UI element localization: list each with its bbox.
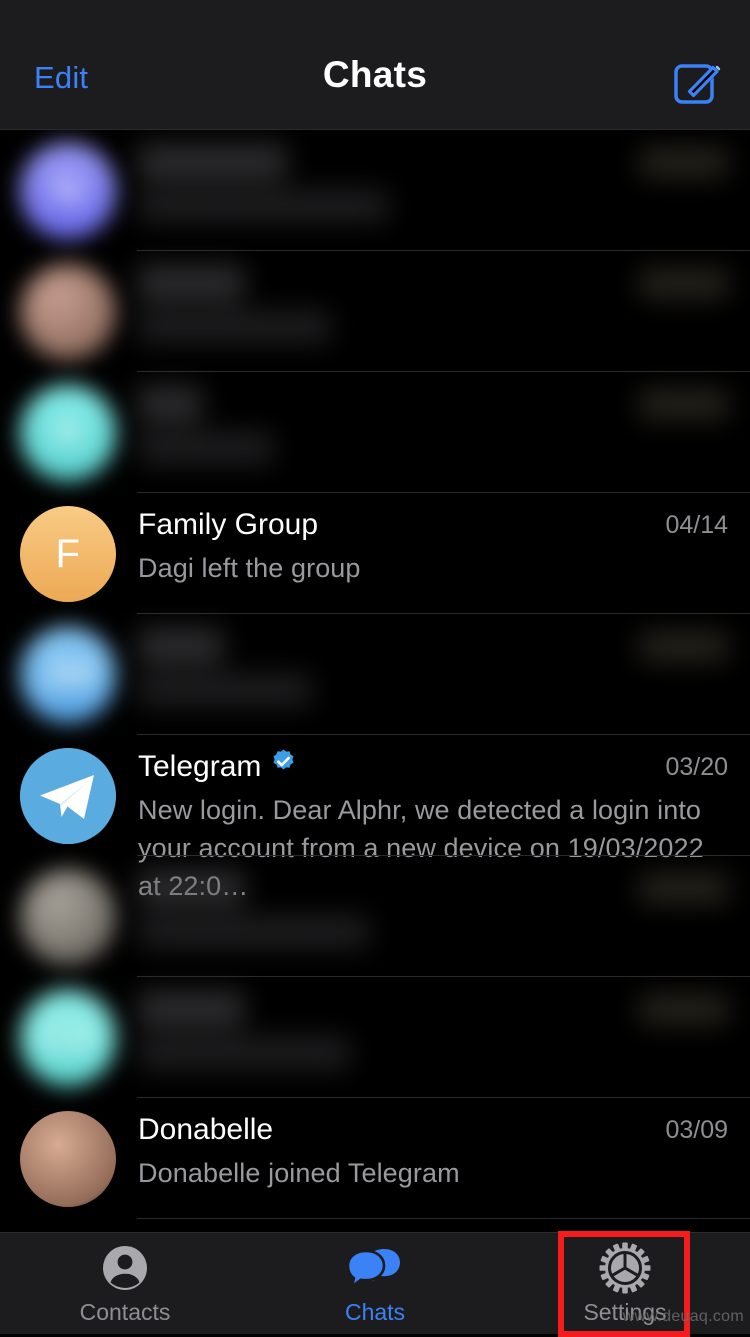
- settings-gear-icon: [599, 1243, 651, 1293]
- chat-title-text: Family Group: [138, 508, 318, 541]
- chat-preview: ██████████: [138, 307, 728, 345]
- chat-preview: ████████████: [138, 912, 728, 950]
- chat-title: ███: [138, 386, 202, 422]
- chat-list[interactable]: N███████████████████████████████████████…: [0, 130, 750, 1232]
- chat-row[interactable]: A███████████████: [0, 372, 750, 493]
- chat-row[interactable]: CD█████████████████████: [0, 977, 750, 1098]
- chat-date: █████: [639, 994, 728, 1024]
- chat-preview: ███████: [138, 428, 728, 466]
- telegram-plane-icon: [20, 748, 116, 844]
- chat-row-body: ██████████████████████: [138, 870, 728, 971]
- chat-row[interactable]: ██████████████████████: [0, 856, 750, 977]
- avatar-initials: JM: [41, 653, 95, 698]
- chat-title: Telegram: [138, 749, 297, 786]
- tab-contacts[interactable]: Contacts: [0, 1233, 250, 1334]
- chat-row[interactable]: JM██████████████████: [0, 614, 750, 735]
- chat-title: █████: [138, 870, 244, 906]
- chat-row-body: █████████████████████████: [138, 144, 728, 245]
- avatar: [20, 869, 116, 965]
- chat-row-body: Family Group 04/14 Dagi left the group: [138, 507, 728, 608]
- chat-title-text: Telegram: [138, 750, 261, 783]
- chat-date: █████: [639, 389, 728, 419]
- chat-date: 04/14: [665, 510, 728, 540]
- avatar: A: [20, 385, 116, 481]
- page-title: Chats: [0, 56, 750, 93]
- avatar: CD: [20, 990, 116, 1086]
- chat-row-body: ████████████████████: [138, 265, 728, 366]
- avatar: [20, 748, 116, 844]
- chat-row[interactable]: N█████████████████████████: [0, 130, 750, 251]
- chat-row-body: Donabelle 03/09 Donabelle joined Telegram: [138, 1112, 728, 1213]
- chat-row-body: █████████████████████: [138, 991, 728, 1092]
- avatar: JM: [20, 627, 116, 723]
- chat-row-body: ██████████████████: [138, 628, 728, 729]
- chat-title-text: Donabelle: [138, 1113, 273, 1146]
- verified-badge-icon: [270, 748, 297, 784]
- chat-title-text: ████: [138, 629, 223, 662]
- chat-preview: █████████████: [138, 186, 728, 224]
- chat-date: 03/20: [665, 752, 728, 782]
- chat-title: Donabelle: [138, 1112, 273, 1148]
- row-divider: [137, 1218, 750, 1219]
- chat-date: █████: [639, 873, 728, 903]
- chat-date: 03/09: [665, 1115, 728, 1145]
- chat-title: █████: [138, 265, 244, 301]
- avatar-initials: F: [56, 532, 81, 577]
- chat-title-text: ███████: [138, 145, 287, 178]
- chat-title-text: ███: [138, 387, 202, 420]
- chat-title-text: █████: [138, 871, 244, 904]
- avatar: [20, 1111, 116, 1207]
- chat-row[interactable]: F Family Group 04/14 Dagi left the group: [0, 493, 750, 614]
- tab-chats[interactable]: Chats: [250, 1233, 500, 1334]
- compose-icon[interactable]: [672, 56, 724, 108]
- chat-row[interactable]: Telegram03/20New login. Dear Alphr, we d…: [0, 735, 750, 856]
- watermark: www.deuaq.com: [623, 1308, 744, 1326]
- chat-title: ████: [138, 628, 223, 664]
- avatar-initials: CD: [39, 1016, 98, 1061]
- tab-chats-label: Chats: [345, 1299, 405, 1325]
- avatar-initials: A: [54, 411, 81, 456]
- chat-preview: ███████████: [138, 1033, 728, 1071]
- chat-date: █████: [639, 147, 728, 177]
- chat-preview: Donabelle joined Telegram: [138, 1154, 728, 1192]
- telegram-chats-screen: Edit Chats N████████████████████████████…: [0, 0, 750, 1334]
- chats-bubbles-icon: [348, 1243, 402, 1293]
- chat-preview: Dagi left the group: [138, 549, 728, 587]
- chat-row-body: Telegram03/20New login. Dear Alphr, we d…: [138, 749, 728, 850]
- avatar: F: [20, 506, 116, 602]
- chat-title: █████: [138, 991, 244, 1027]
- chat-date: █████: [639, 631, 728, 661]
- tab-contacts-label: Contacts: [80, 1299, 171, 1325]
- avatar: [20, 264, 116, 360]
- chat-row[interactable]: Donabelle 03/09 Donabelle joined Telegram: [0, 1098, 750, 1219]
- avatar: N: [20, 143, 116, 239]
- navigation-bar: Edit Chats: [0, 0, 750, 130]
- chat-title: Family Group: [138, 507, 318, 543]
- chat-title-text: █████: [138, 266, 244, 299]
- chat-title: ███████: [138, 144, 287, 180]
- avatar-initials: N: [53, 169, 82, 214]
- chat-row[interactable]: ████████████████████: [0, 251, 750, 372]
- chat-title-text: █████: [138, 992, 244, 1025]
- chat-date: █████: [639, 268, 728, 298]
- chat-row-body: ███████████████: [138, 386, 728, 487]
- chat-preview: █████████: [138, 670, 728, 708]
- contacts-person-icon: [100, 1243, 150, 1293]
